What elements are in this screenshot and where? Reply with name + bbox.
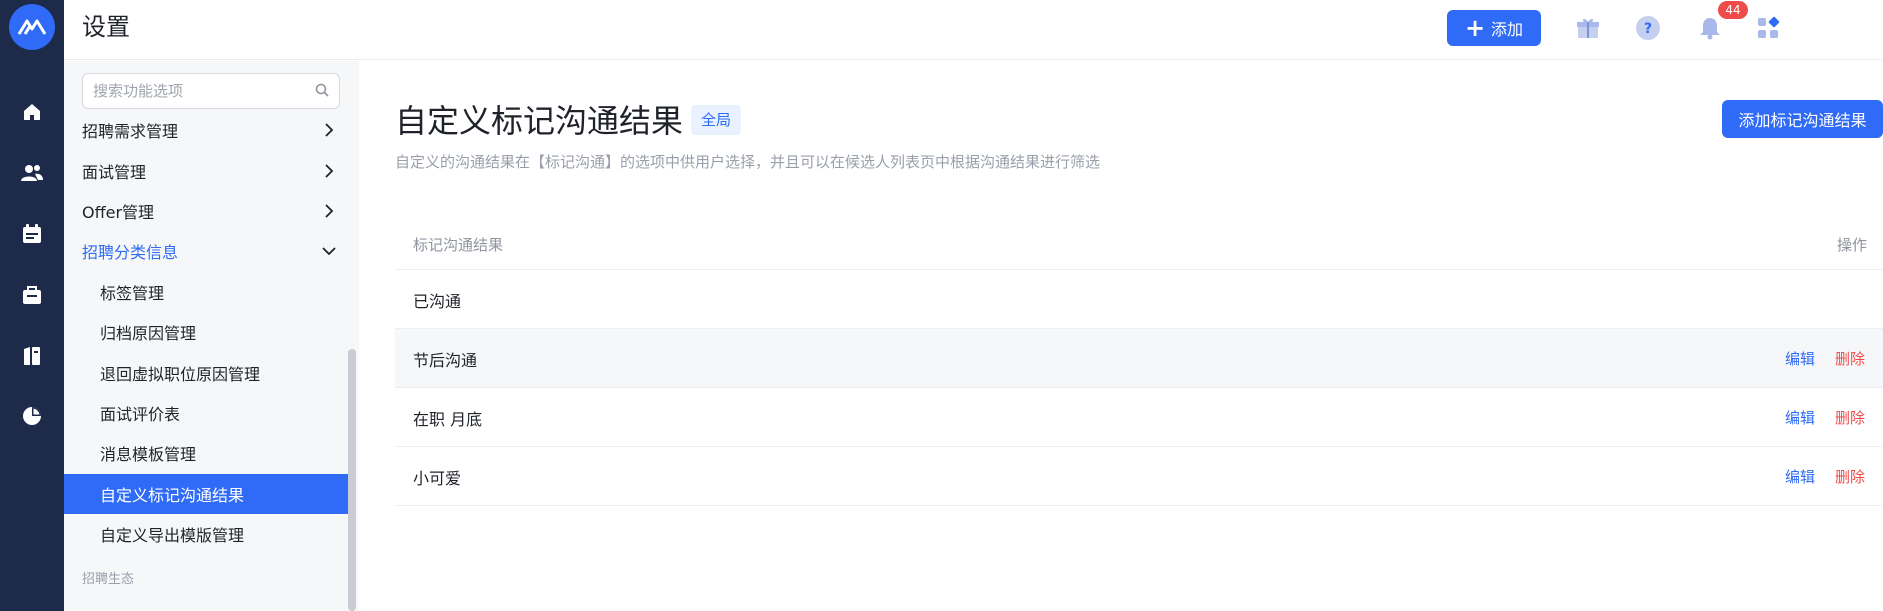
chevron-right-icon: [319, 120, 339, 140]
briefcase-icon[interactable]: [16, 279, 48, 311]
sidebar-item-interview-forms[interactable]: 面试评价表: [64, 393, 349, 433]
plus-icon: +: [1464, 14, 1486, 42]
sidebar-item-message-templates[interactable]: 消息模板管理: [64, 433, 349, 473]
chevron-right-icon: [319, 201, 339, 221]
logo-icon[interactable]: [9, 4, 55, 50]
table-row: 在职 月底 编辑 删除: [395, 388, 1883, 447]
chevron-right-icon: [319, 161, 339, 181]
search-box[interactable]: [82, 73, 340, 109]
sidebar-item-label: 标签管理: [100, 284, 165, 303]
edit-link[interactable]: 编辑: [1785, 407, 1815, 428]
search-icon[interactable]: [315, 82, 329, 101]
content-title: 自定义标记沟通结果: [395, 102, 684, 140]
main-content: 自定义标记沟通结果 全局 自定义的沟通结果在【标记沟通】的选项中供用户选择，并且…: [359, 61, 1883, 611]
sidebar-group-label: 面试管理: [82, 163, 147, 182]
column-header-result: 标记沟通结果: [413, 236, 504, 254]
search-input[interactable]: [93, 82, 315, 100]
sidebar-scrollbar[interactable]: [348, 349, 356, 611]
delete-link[interactable]: 删除: [1835, 407, 1865, 428]
sidebar-item-tags[interactable]: 标签管理: [64, 272, 349, 312]
add-button[interactable]: + 添加: [1447, 10, 1541, 46]
add-result-button[interactable]: 添加标记沟通结果: [1722, 100, 1883, 138]
edit-link[interactable]: 编辑: [1785, 466, 1815, 487]
content-description: 自定义的沟通结果在【标记沟通】的选项中供用户选择，并且可以在候选人列表页中根据沟…: [395, 153, 1101, 171]
top-bar: 设置 + 添加 ? 44 盼: [64, 0, 1883, 60]
sidebar-item-return-reasons[interactable]: 退回虚拟职位原因管理: [64, 353, 349, 393]
help-icon[interactable]: ?: [1632, 12, 1664, 44]
add-button-label: 添加: [1491, 20, 1524, 39]
table-row: 节后沟通 编辑 删除: [395, 329, 1883, 388]
sidebar-item-archive-reasons[interactable]: 归档原因管理: [64, 312, 349, 352]
app-root: 设置 + 添加 ? 44 盼 招聘需求管理: [0, 0, 1883, 611]
chevron-down-icon: [319, 241, 339, 261]
gift-icon[interactable]: [1572, 12, 1604, 44]
people-icon[interactable]: [16, 157, 48, 189]
table-row: 小可爱 编辑 删除: [395, 447, 1883, 506]
sidebar-item-export-templates[interactable]: 自定义导出模版管理: [64, 514, 349, 554]
delete-link[interactable]: 删除: [1835, 466, 1865, 487]
results-table: 标记沟通结果 操作 已沟通 节后沟通 编辑 删除 在职 月底 编辑 删除 小可爱…: [395, 220, 1883, 506]
sidebar-group-interview[interactable]: 面试管理: [64, 151, 349, 191]
sidebar-group-label: 招聘分类信息: [82, 243, 179, 262]
sidebar-item-label: 归档原因管理: [100, 324, 197, 343]
result-name: 小可爱: [413, 469, 462, 488]
calendar-icon[interactable]: [16, 218, 48, 250]
sidebar-item-label: 面试评价表: [100, 405, 181, 424]
sidebar-item-label: 消息模板管理: [100, 445, 197, 464]
column-header-actions: 操作: [1836, 236, 1867, 254]
page-title: 设置: [82, 13, 130, 41]
settings-sidebar: 招聘需求管理 面试管理 Offer管理 招聘分类信息 标签管理 归档原因管理 退…: [64, 61, 359, 611]
home-icon[interactable]: [16, 96, 48, 128]
left-rail: [0, 0, 64, 611]
sidebar-section-label: 招聘生态: [82, 572, 135, 587]
sidebar-item-label: 自定义标记沟通结果: [100, 486, 245, 505]
notification-badge: 44: [1718, 1, 1748, 19]
result-name: 在职 月底: [413, 410, 483, 429]
table-header: 标记沟通结果 操作: [395, 220, 1883, 270]
sidebar-group-label: 招聘需求管理: [82, 122, 179, 141]
sidebar-group-category-info[interactable]: 招聘分类信息: [64, 231, 349, 271]
table-row: 已沟通: [395, 270, 1883, 329]
result-name: 节后沟通: [413, 351, 478, 370]
sidebar-group-requirements[interactable]: 招聘需求管理: [64, 110, 349, 150]
sidebar-item-label: 自定义导出模版管理: [100, 526, 245, 545]
delete-link[interactable]: 删除: [1835, 348, 1865, 369]
scope-tag: 全局: [691, 105, 742, 135]
sidebar-item-custom-results[interactable]: 自定义标记沟通结果: [64, 474, 349, 514]
edit-link[interactable]: 编辑: [1785, 348, 1815, 369]
sidebar-group-offer[interactable]: Offer管理: [64, 191, 349, 231]
book-icon[interactable]: [16, 340, 48, 372]
pie-chart-icon[interactable]: [16, 400, 48, 432]
sidebar-group-label: Offer管理: [82, 203, 155, 222]
result-name: 已沟通: [413, 292, 462, 311]
apps-grid-icon[interactable]: [1752, 12, 1784, 44]
sidebar-item-label: 退回虚拟职位原因管理: [100, 365, 261, 384]
svg-text:?: ?: [1644, 21, 1652, 37]
